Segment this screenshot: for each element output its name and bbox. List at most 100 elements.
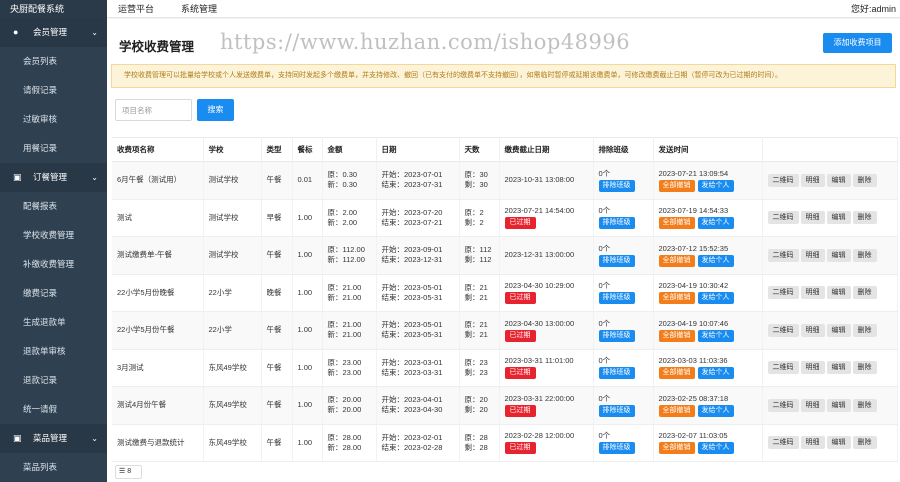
delete-button[interactable]: 删除 (852, 323, 877, 337)
excluded-count: 0个 (598, 243, 611, 253)
send-to-individual-button[interactable]: 发给个人 (697, 179, 734, 192)
qrcode-button[interactable]: 二维码 (767, 286, 799, 300)
edit-button[interactable]: 编辑 (826, 286, 851, 300)
edit-button[interactable]: 编辑 (826, 248, 851, 262)
withdraw-all-button[interactable]: 全部撤销 (658, 217, 695, 230)
cell-amount: 原：0.30 新：0.30 (322, 161, 377, 200)
withdraw-all-button[interactable]: 全部撤销 (658, 292, 695, 305)
cell-amount: 原：20.00 新：20.00 (322, 386, 377, 425)
qrcode-button[interactable]: 二维码 (767, 361, 799, 375)
cell-deadline: 2023-12-31 13:00:00 (499, 236, 594, 275)
details-button[interactable]: 明细 (800, 248, 825, 262)
details-button[interactable]: 明细 (800, 398, 825, 412)
exclude-classes-button[interactable]: 排除班级 (598, 292, 635, 305)
edit-button[interactable]: 编辑 (826, 436, 851, 450)
send-to-individual-button[interactable]: 发给个人 (697, 254, 734, 267)
cell-excluded-classes: 0个 排除班级 (593, 349, 654, 387)
add-fee-item-button[interactable]: 添加收费项目 (823, 33, 892, 53)
delete-button[interactable]: 删除 (852, 173, 877, 187)
delete-button[interactable]: 删除 (852, 211, 877, 225)
cell-excluded-classes: 0个 排除班级 (593, 424, 654, 462)
delete-button[interactable]: 删除 (852, 436, 877, 450)
details-button[interactable]: 明细 (800, 361, 825, 375)
exclude-classes-button[interactable]: 排除班级 (598, 367, 635, 380)
edit-button[interactable]: 编辑 (826, 323, 851, 337)
send-time-value: 2023-07-12 15:52:35 (658, 243, 729, 253)
qrcode-button[interactable]: 二维码 (767, 248, 799, 262)
exclude-classes-button[interactable]: 排除班级 (598, 329, 635, 342)
sidebar-item[interactable]: 补缴收费管理 (0, 250, 107, 279)
qrcode-button[interactable]: 二维码 (767, 211, 799, 225)
sidebar-item[interactable]: 退款记录 (0, 366, 107, 395)
send-to-individual-button[interactable]: 发给个人 (697, 442, 734, 455)
delete-button[interactable]: 删除 (852, 398, 877, 412)
page-size-selector[interactable]: ☰ 8 (115, 465, 142, 479)
sidebar-item[interactable]: 统一请假 (0, 395, 107, 424)
exclude-classes-button[interactable]: 排除班级 (598, 179, 635, 192)
cell-name: 测试缴费单-午餐 (112, 236, 204, 275)
withdraw-all-button[interactable]: 全部撤销 (658, 329, 695, 342)
details-button[interactable]: 明细 (800, 286, 825, 300)
exclude-classes-button[interactable]: 排除班级 (598, 217, 635, 230)
send-to-individual-button[interactable]: 发给个人 (697, 404, 734, 417)
edit-button[interactable]: 编辑 (826, 361, 851, 375)
delete-button[interactable]: 删除 (852, 286, 877, 300)
user-greeting[interactable]: 您好:admin (851, 0, 896, 18)
delete-button[interactable]: 删除 (852, 361, 877, 375)
sidebar-item[interactable]: 请假记录 (0, 76, 107, 105)
send-time-value: 2023-07-19 14:54:33 (658, 206, 729, 216)
withdraw-all-button[interactable]: 全部撤销 (658, 404, 695, 417)
search-input[interactable] (115, 99, 192, 121)
deadline-value: 2023-12-31 13:00:00 (504, 250, 575, 260)
exclude-classes-button[interactable]: 排除班级 (598, 254, 635, 267)
sidebar-item[interactable]: 缴费记录 (0, 279, 107, 308)
withdraw-all-button[interactable]: 全部撤销 (658, 179, 695, 192)
sidebar-item[interactable]: 配餐报表 (0, 192, 107, 221)
excluded-count: 0个 (598, 431, 611, 441)
sidebar-item[interactable]: 过敏审核 (0, 105, 107, 134)
days-original: 原：112 (464, 245, 492, 255)
days-remaining: 剩：2 (464, 217, 484, 227)
sidebar-item[interactable]: 退款单审核 (0, 337, 107, 366)
send-time-value: 2023-03-03 11:03:36 (658, 356, 728, 366)
send-to-individual-button[interactable]: 发给个人 (697, 292, 734, 305)
send-to-individual-button[interactable]: 发给个人 (697, 367, 734, 380)
edit-button[interactable]: 编辑 (826, 173, 851, 187)
details-button[interactable]: 明细 (800, 173, 825, 187)
details-button[interactable]: 明细 (800, 323, 825, 337)
search-button[interactable]: 搜索 (197, 99, 234, 121)
details-button[interactable]: 明细 (800, 436, 825, 450)
send-to-individual-button[interactable]: 发给个人 (697, 217, 734, 230)
sidebar-group[interactable]: ● 会员管理 ⌄ (0, 18, 107, 47)
cell-deadline: 2023-03-31 22:00:00 已过期 (499, 386, 594, 425)
sidebar-item[interactable]: 生成退款单 (0, 308, 107, 337)
qrcode-button[interactable]: 二维码 (767, 398, 799, 412)
details-button[interactable]: 明细 (800, 211, 825, 225)
qrcode-button[interactable]: 二维码 (767, 323, 799, 337)
withdraw-all-button[interactable]: 全部撤销 (658, 254, 695, 267)
user-icon: ● (13, 27, 19, 37)
send-to-individual-button[interactable]: 发给个人 (697, 329, 734, 342)
sidebar-group[interactable]: ▣ 订餐管理 ⌄ (0, 163, 107, 192)
withdraw-all-button[interactable]: 全部撤销 (658, 367, 695, 380)
edit-button[interactable]: 编辑 (826, 211, 851, 225)
nav-system-management[interactable]: 系统管理 (181, 0, 217, 18)
edit-button[interactable]: 编辑 (826, 398, 851, 412)
sidebar-group-label: 订餐管理 (33, 172, 68, 182)
sidebar-item[interactable]: 用餐记录 (0, 134, 107, 163)
sidebar-item[interactable]: 学校收费管理 (0, 221, 107, 250)
cell-send-time: 2023-07-21 13:09:54 全部撤销 发给个人 (653, 161, 763, 200)
exclude-classes-button[interactable]: 排除班级 (598, 442, 635, 455)
delete-button[interactable]: 删除 (852, 248, 877, 262)
nav-operations-platform[interactable]: 运营平台 (118, 0, 154, 18)
sidebar-item[interactable]: 菜品列表 (0, 453, 107, 482)
exclude-classes-button[interactable]: 排除班级 (598, 404, 635, 417)
sidebar-group[interactable]: ▣ 菜品管理 ⌄ (0, 424, 107, 453)
amount-original: 原：23.00 (327, 357, 362, 367)
sidebar-item[interactable]: 会员列表 (0, 47, 107, 76)
withdraw-all-button[interactable]: 全部撤销 (658, 442, 695, 455)
cell-school: 东风49学校 (203, 349, 262, 387)
chevron-down-icon: ⌄ (91, 28, 98, 37)
qrcode-button[interactable]: 二维码 (767, 436, 799, 450)
qrcode-button[interactable]: 二维码 (767, 173, 799, 187)
